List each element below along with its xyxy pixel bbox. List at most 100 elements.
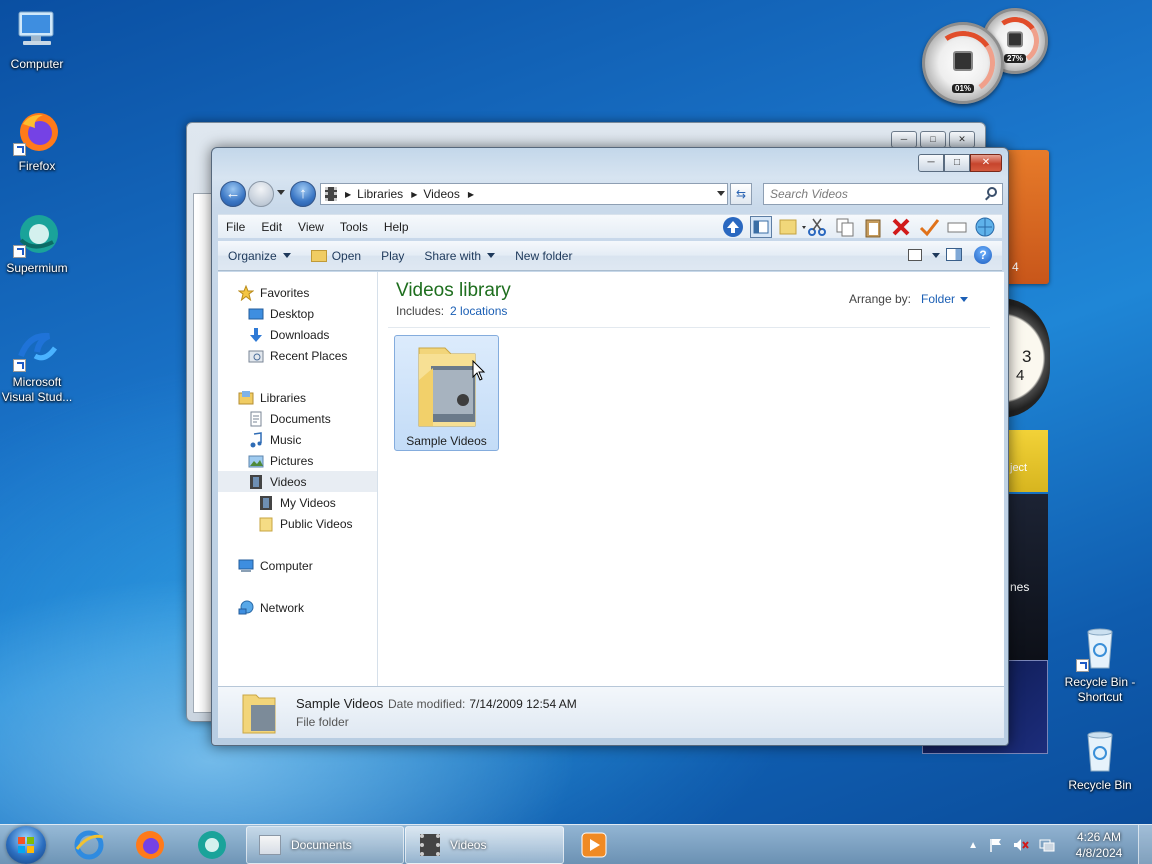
search-icon[interactable] <box>987 187 997 197</box>
nav-downloads[interactable]: Downloads <box>218 324 377 345</box>
nav-documents[interactable]: Documents <box>218 408 377 429</box>
cpu-meter-gadget[interactable]: 01% <box>922 22 1004 104</box>
new-folder-button[interactable]: New folder <box>505 249 582 263</box>
nav-label: Desktop <box>270 306 315 321</box>
close-button[interactable]: ✕ <box>970 154 1002 172</box>
change-view-icon[interactable] <box>908 249 922 261</box>
play-button[interactable]: Play <box>371 249 414 263</box>
recent-places-icon <box>248 348 264 364</box>
taskbar-media-player-icon[interactable] <box>578 829 610 861</box>
refresh-button[interactable]: ⇆ <box>730 183 752 205</box>
action-center-flag-icon[interactable] <box>988 837 1004 853</box>
paste-icon[interactable] <box>862 216 884 238</box>
arrange-by-dropdown[interactable]: Folder <box>921 292 968 306</box>
includes-locations-link[interactable]: 2 locations <box>450 304 507 318</box>
preview-pane-icon[interactable] <box>946 248 962 261</box>
desktop-icon-firefox[interactable]: Firefox <box>0 110 77 174</box>
change-view-dropdown-icon[interactable] <box>932 253 940 258</box>
nav-recent-places[interactable]: Recent Places <box>218 345 377 366</box>
nav-label: Network <box>260 600 305 615</box>
show-desktop-button[interactable] <box>1138 825 1152 864</box>
up-button[interactable]: ↑ <box>290 181 316 207</box>
pane-toggle-icon[interactable] <box>750 216 772 238</box>
videos-explorer-window[interactable]: ─ □ ✕ ← ↑ ▶ Libraries ▶ Videos ▶ ⇆ Searc… <box>211 147 1009 746</box>
organize-button[interactable]: Organize <box>218 249 301 263</box>
pictures-icon <box>248 453 264 469</box>
help-icon[interactable]: ? <box>974 246 992 264</box>
nav-label: My Videos <box>280 495 336 510</box>
nav-network[interactable]: Network <box>218 597 377 618</box>
recent-pages-dropdown[interactable] <box>277 190 285 195</box>
desktop-icon-label: Recycle Bin - Shortcut <box>1064 675 1136 704</box>
menu-tools[interactable]: Tools <box>332 220 376 234</box>
show-hidden-icons-icon[interactable]: ▲ <box>968 840 978 851</box>
close-button[interactable]: ✕ <box>949 131 975 148</box>
calendar-fragment: 4 <box>1012 260 1019 274</box>
folder-options-icon[interactable] <box>778 216 806 238</box>
menu-edit[interactable]: Edit <box>253 220 290 234</box>
desktop-icon-supermium[interactable]: Supermium <box>0 212 77 276</box>
menu-file[interactable]: File <box>218 220 253 234</box>
clock[interactable]: 4:26 AM 4/8/2024 <box>1064 829 1134 861</box>
maximize-button[interactable]: □ <box>920 131 946 148</box>
clock-time: 4:26 AM <box>1076 830 1122 844</box>
nav-libraries[interactable]: Libraries <box>218 387 377 408</box>
minimize-button[interactable]: ─ <box>918 154 944 172</box>
menu-view[interactable]: View <box>290 220 332 234</box>
back-button[interactable]: ← <box>220 181 246 207</box>
cpu-chip-icon <box>953 51 973 71</box>
rename-icon[interactable] <box>946 216 968 238</box>
desktop-icon-visual-studio[interactable]: Microsoft Visual Stud... <box>0 326 77 405</box>
task-label: Videos <box>450 838 487 852</box>
desktop-icon-computer[interactable]: Computer <box>0 8 77 72</box>
breadcrumb-chevron-icon[interactable]: ▶ <box>411 190 417 199</box>
breadcrumb-libraries[interactable]: Libraries <box>357 187 403 201</box>
folder-item-sample-videos[interactable]: Sample Videos <box>394 335 499 451</box>
desktop-icon-recycle-bin[interactable]: Recycle Bin <box>1060 729 1140 793</box>
modified-label: Date modified: <box>388 697 466 711</box>
nav-computer[interactable]: Computer <box>218 555 377 576</box>
taskbar-task-videos[interactable]: Videos <box>405 826 564 864</box>
breadcrumb-chevron-icon[interactable]: ▶ <box>468 190 474 199</box>
documents-icon <box>248 411 264 427</box>
taskbar-internet-explorer-icon[interactable] <box>73 829 105 861</box>
delete-icon[interactable] <box>890 216 912 238</box>
taskbar-firefox-icon[interactable] <box>134 829 166 861</box>
volume-muted-icon[interactable] <box>1012 837 1030 853</box>
nav-my-videos[interactable]: My Videos <box>218 492 377 513</box>
forward-button[interactable] <box>248 181 274 207</box>
up-arrow-icon[interactable] <box>722 216 744 238</box>
cut-icon[interactable] <box>806 216 828 238</box>
start-button[interactable] <box>6 826 46 864</box>
open-button[interactable]: Open <box>301 249 371 263</box>
search-input[interactable]: Search Videos <box>763 183 1003 205</box>
gadget-fragment-2: nes <box>1010 580 1030 594</box>
minimize-button[interactable]: ─ <box>891 131 917 148</box>
nav-music[interactable]: Music <box>218 429 377 450</box>
memory-chip-icon <box>1007 31 1023 48</box>
taskbar-supermium-icon[interactable] <box>196 829 228 861</box>
nav-favorites[interactable]: Favorites <box>218 282 377 303</box>
share-with-button[interactable]: Share with <box>414 249 505 263</box>
search-placeholder: Search Videos <box>770 187 848 201</box>
nav-pictures[interactable]: Pictures <box>218 450 377 471</box>
taskbar: Documents Videos ▲ 4:26 AM 4/8/2024 <box>0 824 1152 864</box>
clock-number-4: 4 <box>1016 367 1025 384</box>
address-history-dropdown[interactable] <box>717 191 725 196</box>
address-bar[interactable]: ▶ Libraries ▶ Videos ▶ <box>320 183 728 205</box>
taskbar-task-documents[interactable]: Documents <box>246 826 404 864</box>
nav-desktop[interactable]: Desktop <box>218 303 377 324</box>
nav-videos[interactable]: Videos <box>218 471 377 492</box>
network-tray-icon[interactable] <box>1038 837 1056 853</box>
video-folder-icon <box>418 347 475 427</box>
maximize-button[interactable]: □ <box>944 154 970 172</box>
properties-check-icon[interactable] <box>918 216 940 238</box>
breadcrumb-chevron-icon[interactable]: ▶ <box>345 190 351 199</box>
menu-help[interactable]: Help <box>376 220 417 234</box>
libraries-icon <box>238 390 254 406</box>
copy-icon[interactable] <box>834 216 856 238</box>
globe-icon[interactable] <box>974 216 996 238</box>
breadcrumb-videos[interactable]: Videos <box>423 187 459 201</box>
desktop-icon-recycle-bin-shortcut[interactable]: Recycle Bin - Shortcut <box>1060 626 1140 705</box>
nav-public-videos[interactable]: Public Videos <box>218 513 377 534</box>
